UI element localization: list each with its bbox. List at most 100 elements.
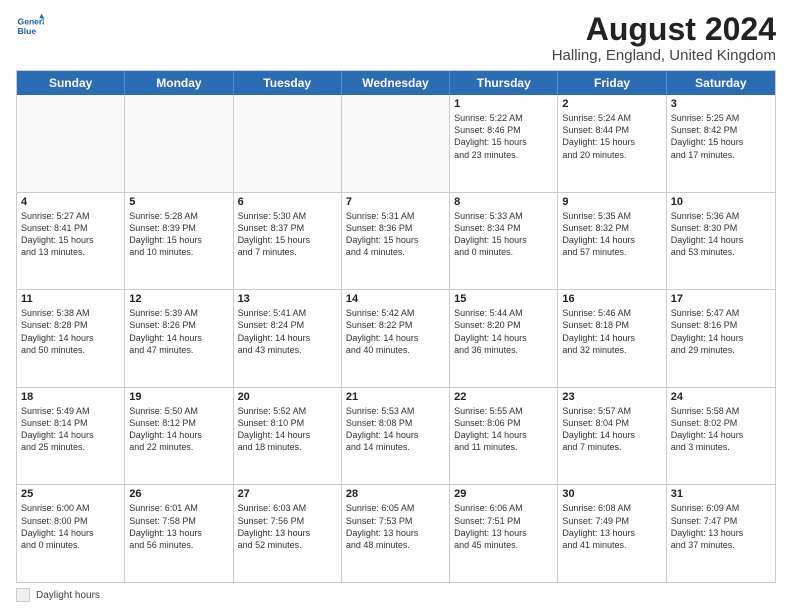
cal-cell-r3-c1: 19 Sunrise: 5:50 AM Sunset: 8:12 PM Dayli… — [125, 388, 233, 485]
day-num-26: 26 — [129, 488, 228, 500]
logo-icon: General Blue — [16, 12, 44, 40]
cal-cell-r3-c6: 24 Sunrise: 5:58 AM Sunset: 8:02 PM Dayli… — [667, 388, 775, 485]
cal-row-2: 11 Sunrise: 5:38 AM Sunset: 8:28 PM Dayli… — [17, 289, 775, 387]
cell-info-23: Sunrise: 5:57 AM Sunset: 8:04 PM Dayligh… — [562, 405, 661, 454]
header-friday: Friday — [558, 71, 666, 95]
cell-info-27: Sunrise: 6:03 AM Sunset: 7:56 PM Dayligh… — [238, 502, 337, 551]
day-num-24: 24 — [671, 391, 771, 403]
calendar-body: 1Sunrise: 5:22 AM Sunset: 8:46 PM Daylig… — [17, 95, 775, 582]
title-block: August 2024 Halling, England, United Kin… — [552, 12, 776, 64]
day-num-10: 10 — [671, 196, 771, 208]
cell-info-18: Sunrise: 5:49 AM Sunset: 8:14 PM Dayligh… — [21, 405, 120, 454]
legend-box — [16, 588, 30, 602]
cell-info-17: Sunrise: 5:47 AM Sunset: 8:16 PM Dayligh… — [671, 307, 771, 356]
cell-info-16: Sunrise: 5:46 AM Sunset: 8:18 PM Dayligh… — [562, 307, 661, 356]
cal-cell-r1-c0: 4Sunrise: 5:27 AM Sunset: 8:41 PM Daylig… — [17, 193, 125, 290]
header: General Blue August 2024 Halling, Englan… — [16, 12, 776, 64]
day-num-30: 30 — [562, 488, 661, 500]
day-num-20: 20 — [238, 391, 337, 403]
day-num-4: 4 — [21, 196, 120, 208]
day-num-27: 27 — [238, 488, 337, 500]
cal-cell-r2-c4: 15Sunrise: 5:44 AM Sunset: 8:20 PM Dayli… — [450, 290, 558, 387]
cell-info-31: Sunrise: 6:09 AM Sunset: 7:47 PM Dayligh… — [671, 502, 771, 551]
cell-info-19: Sunrise: 5:50 AM Sunset: 8:12 PM Dayligh… — [129, 405, 228, 454]
cal-cell-r1-c5: 9Sunrise: 5:35 AM Sunset: 8:32 PM Daylig… — [558, 193, 666, 290]
cal-cell-r2-c6: 17 Sunrise: 5:47 AM Sunset: 8:16 PM Dayli… — [667, 290, 775, 387]
day-num-5: 5 — [129, 196, 228, 208]
day-num-2: 2 — [562, 98, 661, 110]
cal-cell-r0-c0 — [17, 95, 125, 192]
cal-cell-r2-c3: 14Sunrise: 5:42 AM Sunset: 8:22 PM Dayli… — [342, 290, 450, 387]
cell-info-7: Sunrise: 5:31 AM Sunset: 8:36 PM Dayligh… — [346, 210, 445, 259]
cell-info-9: Sunrise: 5:35 AM Sunset: 8:32 PM Dayligh… — [562, 210, 661, 259]
cal-cell-r4-c3: 28 Sunrise: 6:05 AM Sunset: 7:53 PM Dayli… — [342, 485, 450, 582]
cal-cell-r1-c6: 10 Sunrise: 5:36 AM Sunset: 8:30 PM Dayli… — [667, 193, 775, 290]
cal-cell-r4-c5: 30Sunrise: 6:08 AM Sunset: 7:49 PM Dayli… — [558, 485, 666, 582]
cell-info-13: Sunrise: 5:41 AM Sunset: 8:24 PM Dayligh… — [238, 307, 337, 356]
day-num-7: 7 — [346, 196, 445, 208]
cal-cell-r4-c1: 26 Sunrise: 6:01 AM Sunset: 7:58 PM Dayli… — [125, 485, 233, 582]
header-sunday: Sunday — [17, 71, 125, 95]
cal-cell-r0-c1 — [125, 95, 233, 192]
cell-info-28: Sunrise: 6:05 AM Sunset: 7:53 PM Dayligh… — [346, 502, 445, 551]
header-thursday: Thursday — [450, 71, 558, 95]
cal-cell-r1-c4: 8 Sunrise: 5:33 AM Sunset: 8:34 PM Daylig… — [450, 193, 558, 290]
day-num-19: 19 — [129, 391, 228, 403]
cell-info-24: Sunrise: 5:58 AM Sunset: 8:02 PM Dayligh… — [671, 405, 771, 454]
cell-info-6: Sunrise: 5:30 AM Sunset: 8:37 PM Dayligh… — [238, 210, 337, 259]
day-num-6: 6 — [238, 196, 337, 208]
location: Halling, England, United Kingdom — [552, 47, 776, 64]
month-title: August 2024 — [552, 12, 776, 47]
cell-info-26: Sunrise: 6:01 AM Sunset: 7:58 PM Dayligh… — [129, 502, 228, 551]
day-num-1: 1 — [454, 98, 553, 110]
day-num-28: 28 — [346, 488, 445, 500]
day-num-11: 11 — [21, 293, 120, 305]
day-num-3: 3 — [671, 98, 771, 110]
day-num-31: 31 — [671, 488, 771, 500]
day-num-29: 29 — [454, 488, 553, 500]
day-num-8: 8 — [454, 196, 553, 208]
cell-info-29: Sunrise: 6:06 AM Sunset: 7:51 PM Dayligh… — [454, 502, 553, 551]
cal-row-3: 18 Sunrise: 5:49 AM Sunset: 8:14 PM Dayli… — [17, 387, 775, 485]
cal-cell-r0-c3 — [342, 95, 450, 192]
cell-info-10: Sunrise: 5:36 AM Sunset: 8:30 PM Dayligh… — [671, 210, 771, 259]
cal-cell-r2-c0: 11 Sunrise: 5:38 AM Sunset: 8:28 PM Dayli… — [17, 290, 125, 387]
cal-cell-r0-c4: 1Sunrise: 5:22 AM Sunset: 8:46 PM Daylig… — [450, 95, 558, 192]
cal-cell-r4-c6: 31 Sunrise: 6:09 AM Sunset: 7:47 PM Dayli… — [667, 485, 775, 582]
cal-cell-r1-c3: 7 Sunrise: 5:31 AM Sunset: 8:36 PM Daylig… — [342, 193, 450, 290]
cell-info-11: Sunrise: 5:38 AM Sunset: 8:28 PM Dayligh… — [21, 307, 120, 356]
cell-info-8: Sunrise: 5:33 AM Sunset: 8:34 PM Dayligh… — [454, 210, 553, 259]
svg-text:Blue: Blue — [18, 26, 37, 36]
cell-info-21: Sunrise: 5:53 AM Sunset: 8:08 PM Dayligh… — [346, 405, 445, 454]
cell-info-2: Sunrise: 5:24 AM Sunset: 8:44 PM Dayligh… — [562, 112, 661, 161]
cal-cell-r0-c6: 3 Sunrise: 5:25 AM Sunset: 8:42 PM Daylig… — [667, 95, 775, 192]
cal-cell-r4-c4: 29 Sunrise: 6:06 AM Sunset: 7:51 PM Dayli… — [450, 485, 558, 582]
cal-cell-r3-c5: 23Sunrise: 5:57 AM Sunset: 8:04 PM Dayli… — [558, 388, 666, 485]
cal-cell-r0-c5: 2 Sunrise: 5:24 AM Sunset: 8:44 PM Daylig… — [558, 95, 666, 192]
page: General Blue August 2024 Halling, Englan… — [0, 0, 792, 612]
day-num-17: 17 — [671, 293, 771, 305]
cal-cell-r3-c4: 22Sunrise: 5:55 AM Sunset: 8:06 PM Dayli… — [450, 388, 558, 485]
legend-label: Daylight hours — [36, 590, 100, 601]
cell-info-5: Sunrise: 5:28 AM Sunset: 8:39 PM Dayligh… — [129, 210, 228, 259]
day-num-18: 18 — [21, 391, 120, 403]
cal-cell-r3-c3: 21 Sunrise: 5:53 AM Sunset: 8:08 PM Dayli… — [342, 388, 450, 485]
day-num-13: 13 — [238, 293, 337, 305]
cell-info-3: Sunrise: 5:25 AM Sunset: 8:42 PM Dayligh… — [671, 112, 771, 161]
cal-row-1: 4Sunrise: 5:27 AM Sunset: 8:41 PM Daylig… — [17, 192, 775, 290]
header-tuesday: Tuesday — [234, 71, 342, 95]
logo: General Blue — [16, 12, 44, 40]
cal-cell-r4-c0: 25Sunrise: 6:00 AM Sunset: 8:00 PM Dayli… — [17, 485, 125, 582]
header-wednesday: Wednesday — [342, 71, 450, 95]
cell-info-15: Sunrise: 5:44 AM Sunset: 8:20 PM Dayligh… — [454, 307, 553, 356]
calendar-header: Sunday Monday Tuesday Wednesday Thursday… — [17, 71, 775, 95]
cal-row-0: 1Sunrise: 5:22 AM Sunset: 8:46 PM Daylig… — [17, 95, 775, 192]
cal-cell-r1-c2: 6 Sunrise: 5:30 AM Sunset: 8:37 PM Daylig… — [234, 193, 342, 290]
cell-info-22: Sunrise: 5:55 AM Sunset: 8:06 PM Dayligh… — [454, 405, 553, 454]
cal-cell-r0-c2 — [234, 95, 342, 192]
day-num-14: 14 — [346, 293, 445, 305]
cal-cell-r4-c2: 27 Sunrise: 6:03 AM Sunset: 7:56 PM Dayli… — [234, 485, 342, 582]
day-num-21: 21 — [346, 391, 445, 403]
cal-cell-r2-c1: 12Sunrise: 5:39 AM Sunset: 8:26 PM Dayli… — [125, 290, 233, 387]
cell-info-20: Sunrise: 5:52 AM Sunset: 8:10 PM Dayligh… — [238, 405, 337, 454]
